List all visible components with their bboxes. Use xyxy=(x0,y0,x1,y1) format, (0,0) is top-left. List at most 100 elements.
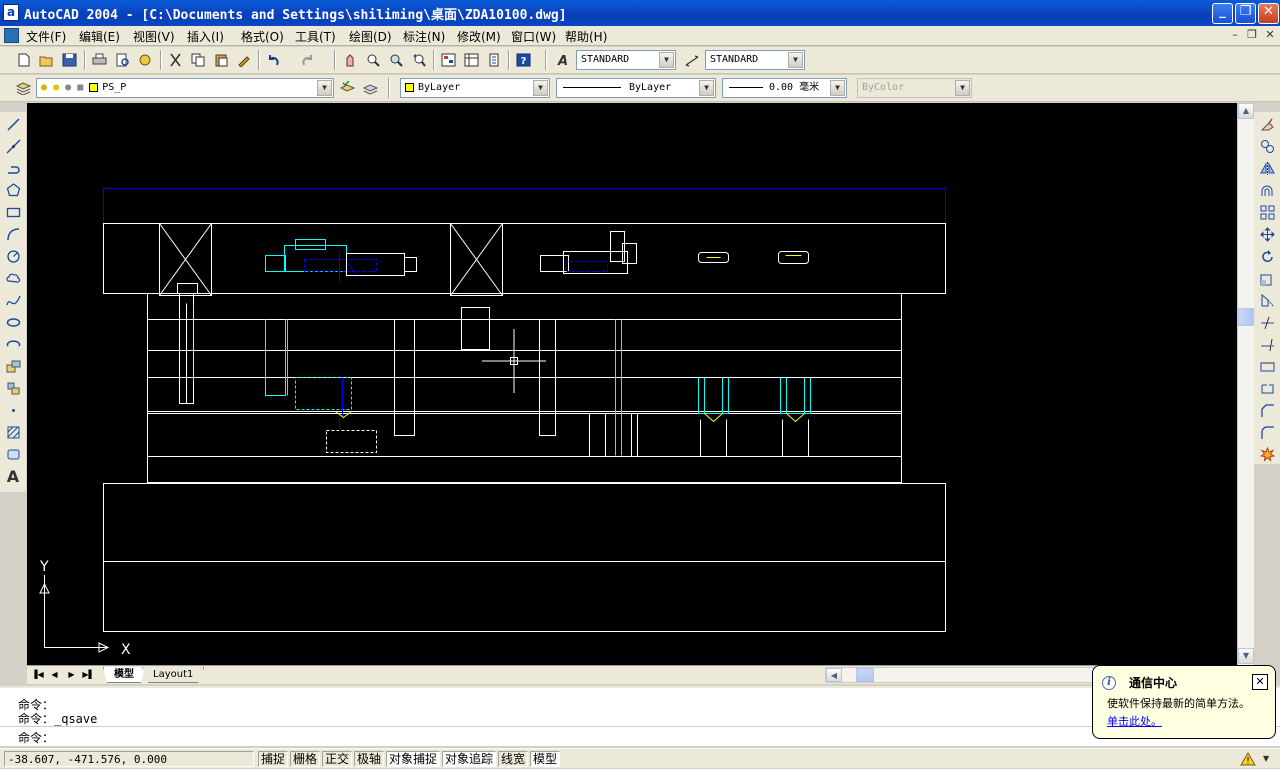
next-tab-icon[interactable]: ▶ xyxy=(63,668,80,682)
menu-file[interactable]: 文件(F) xyxy=(26,28,66,44)
vertical-scrollbar[interactable]: ▲ ▼ xyxy=(1237,103,1254,665)
array-icon[interactable] xyxy=(1257,202,1277,222)
new-icon[interactable] xyxy=(12,49,34,71)
construction-line-icon[interactable] xyxy=(3,136,23,156)
copy-icon[interactable] xyxy=(187,49,209,71)
extend-icon[interactable] xyxy=(1257,334,1277,354)
model-toggle[interactable]: 模型 xyxy=(530,751,561,767)
scale-icon[interactable] xyxy=(1257,268,1277,288)
color-select[interactable]: ByLayer ▼ xyxy=(400,78,550,98)
balloon-link[interactable]: 单击此处。 xyxy=(1107,713,1162,729)
linetype-select[interactable]: ByLayer ▼ xyxy=(556,78,716,98)
balloon-close-button[interactable]: ✕ xyxy=(1252,674,1268,690)
move-icon[interactable] xyxy=(1257,224,1277,244)
coordinates-readout[interactable]: -38.607, -471.576, 0.000 xyxy=(4,751,254,767)
layer-select[interactable]: ● ● ● ■ PS_P ▼ xyxy=(36,78,334,98)
arc-icon[interactable] xyxy=(3,224,23,244)
menu-tools[interactable]: 工具(T) xyxy=(295,28,336,44)
dim-style-select[interactable]: STANDARD ▼ xyxy=(705,50,805,70)
drawing-canvas[interactable]: Y X xyxy=(27,103,1237,665)
tab-model[interactable]: 模型 xyxy=(103,667,145,683)
polar-toggle[interactable]: 极轴 xyxy=(354,751,385,767)
tab-layout1[interactable]: Layout1 xyxy=(142,667,205,683)
explode-icon[interactable] xyxy=(1257,444,1277,464)
redo-icon[interactable] xyxy=(296,49,318,71)
prev-tab-icon[interactable]: ◀ xyxy=(46,668,63,682)
text-style-icon[interactable]: A xyxy=(552,49,574,71)
cut-icon[interactable] xyxy=(164,49,186,71)
trim-icon[interactable] xyxy=(1257,312,1277,332)
break-icon[interactable] xyxy=(1257,378,1277,398)
make-layer-current-icon[interactable] xyxy=(336,77,358,99)
text-style-select[interactable]: STANDARD ▼ xyxy=(576,50,676,70)
hatch-icon[interactable] xyxy=(3,422,23,442)
lineweight-toggle[interactable]: 线宽 xyxy=(498,751,529,767)
copy-object-icon[interactable] xyxy=(1257,136,1277,156)
maximize-button[interactable]: ❐ xyxy=(1235,3,1256,24)
menu-draw[interactable]: 绘图(D) xyxy=(349,28,392,44)
menu-window[interactable]: 窗口(W) xyxy=(511,28,556,44)
save-icon[interactable] xyxy=(58,49,80,71)
otrack-toggle[interactable]: 对象追踪 xyxy=(442,751,497,767)
line-icon[interactable] xyxy=(3,114,23,134)
scroll-thumb[interactable] xyxy=(1238,308,1254,326)
fillet-icon[interactable] xyxy=(1257,422,1277,442)
make-block-icon[interactable] xyxy=(3,378,23,398)
command-window[interactable]: 命令： 命令：_qsave 命令： xyxy=(0,686,1280,746)
insert-block-icon[interactable] xyxy=(3,356,23,376)
dim-style-icon[interactable] xyxy=(681,49,703,71)
ellipse-icon[interactable] xyxy=(3,312,23,332)
offset-icon[interactable] xyxy=(1257,180,1277,200)
command-prompt[interactable]: 命令： xyxy=(18,729,54,746)
undo-icon[interactable] xyxy=(262,49,284,71)
doc-minimize-button[interactable]: – xyxy=(1227,28,1243,43)
region-icon[interactable] xyxy=(3,444,23,464)
menu-edit[interactable]: 编辑(E) xyxy=(79,28,120,44)
scroll-up-button[interactable]: ▲ xyxy=(1238,103,1254,119)
chamfer-icon[interactable] xyxy=(1257,400,1277,420)
ortho-toggle[interactable]: 正交 xyxy=(322,751,353,767)
menu-format[interactable]: 格式(O) xyxy=(241,28,284,44)
grid-toggle[interactable]: 栅格 xyxy=(290,751,321,767)
last-tab-icon[interactable]: ▶▌ xyxy=(80,668,97,682)
status-menu-icon[interactable]: ▼ xyxy=(1263,754,1269,763)
snap-toggle[interactable]: 捕捉 xyxy=(258,751,289,767)
match-properties-icon[interactable] xyxy=(233,49,255,71)
zoom-previous-icon[interactable] xyxy=(408,49,430,71)
publish-icon[interactable] xyxy=(134,49,156,71)
rectangle-icon[interactable] xyxy=(3,202,23,222)
menu-help[interactable]: 帮助(H) xyxy=(565,28,607,44)
doc-close-button[interactable]: ✕ xyxy=(1262,28,1278,43)
menu-insert[interactable]: 插入(I) xyxy=(187,28,224,44)
document-icon[interactable] xyxy=(4,28,19,43)
zoom-window-icon[interactable] xyxy=(385,49,407,71)
doc-restore-button[interactable]: ❐ xyxy=(1244,28,1260,43)
properties-icon[interactable] xyxy=(437,49,459,71)
design-center-icon[interactable] xyxy=(460,49,482,71)
layer-manager-icon[interactable] xyxy=(12,77,34,99)
polygon-icon[interactable] xyxy=(3,180,23,200)
open-icon[interactable] xyxy=(35,49,57,71)
menu-modify[interactable]: 修改(M) xyxy=(457,28,501,44)
multiline-text-icon[interactable]: A xyxy=(3,466,23,486)
point-icon[interactable] xyxy=(3,400,23,420)
mirror-icon[interactable] xyxy=(1257,158,1277,178)
print-icon[interactable] xyxy=(88,49,110,71)
scroll-down-button[interactable]: ▼ xyxy=(1238,648,1254,664)
autocad-app-icon[interactable]: a xyxy=(3,4,19,21)
warning-icon[interactable] xyxy=(1240,752,1256,766)
close-button[interactable]: ✕ xyxy=(1258,3,1279,24)
menu-view[interactable]: 视图(V) xyxy=(133,28,175,44)
layer-previous-icon[interactable] xyxy=(359,77,381,99)
tool-palettes-icon[interactable] xyxy=(483,49,505,71)
scroll-left-button[interactable]: ◀ xyxy=(826,668,842,682)
pan-realtime-icon[interactable] xyxy=(339,49,361,71)
stretch-icon[interactable] xyxy=(1257,290,1277,310)
ellipse-arc-icon[interactable] xyxy=(3,334,23,354)
zoom-realtime-icon[interactable] xyxy=(362,49,384,71)
paste-icon[interactable] xyxy=(210,49,232,71)
osnap-toggle[interactable]: 对象捕捉 xyxy=(386,751,441,767)
polyline-icon[interactable] xyxy=(3,158,23,178)
lineweight-select[interactable]: 0.00 毫米 ▼ xyxy=(722,78,847,98)
hscroll-thumb[interactable] xyxy=(856,668,874,682)
